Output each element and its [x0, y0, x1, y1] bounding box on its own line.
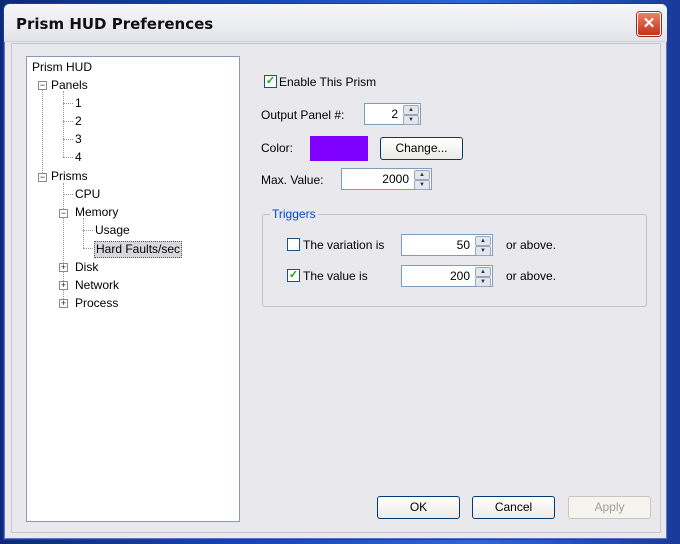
tree-item-panel[interactable]: 1 — [75, 96, 82, 111]
change-color-button[interactable]: Change... — [380, 137, 463, 160]
tree-line — [63, 121, 73, 122]
variation-spinner[interactable]: ▲ ▼ — [475, 236, 491, 256]
tree-item-panels[interactable]: Panels — [51, 78, 88, 93]
close-icon: ✕ — [642, 15, 656, 32]
prism-tree[interactable]: Prism HUD − Panels 1 2 3 4 − Prisms CPU … — [26, 56, 240, 522]
tree-item-prisms[interactable]: Prisms — [51, 169, 88, 184]
title-bar[interactable]: Prism HUD Preferences ✕ — [4, 4, 667, 42]
variation-value: 50 — [456, 238, 470, 252]
expand-icon[interactable]: + — [59, 281, 68, 290]
variation-label: The variation is — [303, 238, 385, 252]
spin-up-icon[interactable]: ▲ — [414, 170, 430, 180]
tree-item-cpu[interactable]: CPU — [75, 187, 100, 202]
value-label: The value is — [303, 269, 368, 283]
tree-line — [63, 157, 73, 158]
enable-prism-checkbox[interactable]: ✓ — [264, 75, 277, 88]
spin-up-icon[interactable]: ▲ — [403, 105, 419, 115]
spin-up-icon[interactable]: ▲ — [475, 267, 491, 277]
value-input[interactable]: 200 ▲ ▼ — [401, 265, 493, 287]
output-panel-value: 2 — [391, 107, 398, 121]
value-value: 200 — [449, 269, 470, 283]
spin-down-icon[interactable]: ▼ — [475, 246, 491, 256]
collapse-icon[interactable]: − — [38, 81, 47, 90]
max-value-spinner[interactable]: ▲ ▼ — [414, 170, 430, 190]
tree-item-root[interactable]: Prism HUD — [32, 60, 92, 75]
tree-item-panel[interactable]: 2 — [75, 114, 82, 129]
preferences-window: Prism HUD Preferences ✕ Prism HUD − Pane… — [3, 3, 668, 540]
output-panel-input[interactable]: 2 ▲ ▼ — [364, 103, 421, 125]
enable-prism-label: Enable This Prism — [279, 75, 377, 89]
color-label: Color: — [261, 141, 294, 155]
triggers-legend: Triggers — [270, 207, 318, 221]
value-suffix: or above. — [506, 269, 557, 283]
window-title: Prism HUD Preferences — [16, 15, 214, 33]
spin-down-icon[interactable]: ▼ — [475, 277, 491, 287]
tree-item-memory[interactable]: Memory — [75, 205, 118, 220]
tree-item-hard-faults[interactable]: Hard Faults/sec — [94, 241, 183, 258]
tree-line — [83, 230, 93, 231]
spin-down-icon[interactable]: ▼ — [414, 180, 430, 190]
tree-line — [83, 218, 84, 248]
cancel-button[interactable]: Cancel — [472, 496, 555, 519]
tree-line — [63, 103, 73, 104]
tree-line — [42, 83, 43, 177]
variation-input[interactable]: 50 ▲ ▼ — [401, 234, 493, 256]
tree-item-process[interactable]: Process — [75, 296, 118, 311]
tree-item-panel[interactable]: 3 — [75, 132, 82, 147]
spin-up-icon[interactable]: ▲ — [475, 236, 491, 246]
triggers-group: Triggers The variation is 50 ▲ ▼ or abov… — [262, 207, 647, 307]
tree-line — [63, 139, 73, 140]
max-value-label: Max. Value: — [261, 173, 324, 187]
output-panel-label: Output Panel #: — [261, 108, 345, 122]
expand-icon[interactable]: + — [59, 263, 68, 272]
max-value-input[interactable]: 2000 ▲ ▼ — [341, 168, 432, 190]
tree-line — [63, 91, 64, 157]
variation-checkbox[interactable] — [287, 238, 300, 251]
variation-suffix: or above. — [506, 238, 557, 252]
output-panel-spinner[interactable]: ▲ ▼ — [403, 105, 419, 125]
tree-item-usage[interactable]: Usage — [95, 223, 130, 238]
collapse-icon[interactable]: − — [59, 209, 68, 218]
tree-line — [63, 194, 73, 195]
spin-down-icon[interactable]: ▼ — [403, 115, 419, 125]
color-swatch — [310, 136, 368, 161]
ok-button[interactable]: OK — [377, 496, 460, 519]
value-checkbox[interactable]: ✓ — [287, 269, 300, 282]
close-button[interactable]: ✕ — [637, 12, 661, 36]
tree-item-disk[interactable]: Disk — [75, 260, 98, 275]
apply-button[interactable]: Apply — [568, 496, 651, 519]
max-value-value: 2000 — [382, 172, 409, 186]
tree-item-network[interactable]: Network — [75, 278, 119, 293]
tree-line — [83, 248, 93, 249]
expand-icon[interactable]: + — [59, 299, 68, 308]
collapse-icon[interactable]: − — [38, 173, 47, 182]
dialog-content: Prism HUD − Panels 1 2 3 4 − Prisms CPU … — [11, 43, 661, 533]
value-spinner[interactable]: ▲ ▼ — [475, 267, 491, 287]
tree-item-panel[interactable]: 4 — [75, 150, 82, 165]
